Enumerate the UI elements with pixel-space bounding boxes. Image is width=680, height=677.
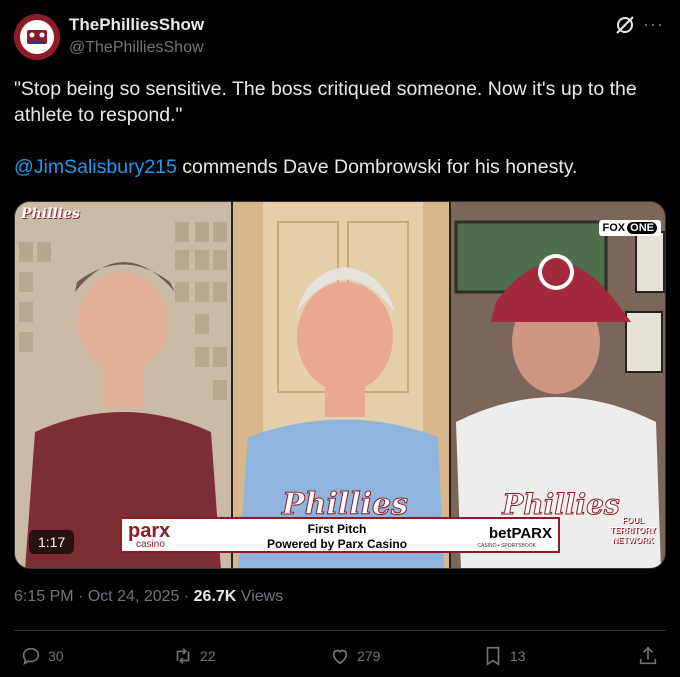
tweet-text: "Stop being so sensitive. The boss criti… bbox=[14, 76, 666, 180]
tweet-header: ThePhilliesShow @ThePhilliesShow ··· bbox=[14, 14, 666, 62]
share-icon bbox=[639, 646, 657, 665]
video-panel-right: Phillies FOX ONE bbox=[451, 202, 665, 568]
like-count: 279 bbox=[357, 648, 381, 664]
phillies-logo: Phillies bbox=[21, 206, 80, 222]
more-icon[interactable]: ··· bbox=[643, 15, 664, 33]
like-button[interactable]: 279 bbox=[329, 645, 380, 667]
bookmark-icon bbox=[486, 646, 500, 666]
action-bar: 30 22 279 13 bbox=[14, 645, 666, 671]
tweet-date[interactable]: Oct 24, 2025 bbox=[88, 588, 180, 605]
fox-logo-text: FOX bbox=[602, 222, 626, 234]
tweet-line2: @JimSalisbury215 commends Dave Dombrowsk… bbox=[14, 154, 666, 180]
parx-sub: casino bbox=[136, 539, 165, 550]
meta-sep2: · bbox=[179, 588, 194, 605]
meta-sep1: · bbox=[73, 588, 88, 605]
betparx-sub: CASINO • SPORTSBOOK bbox=[477, 543, 536, 549]
grok-icon[interactable] bbox=[614, 14, 636, 36]
sponsor-line2: Powered by Parx Casino bbox=[266, 537, 408, 551]
bookmark-button[interactable]: 13 bbox=[482, 645, 526, 667]
reply-count: 30 bbox=[48, 648, 64, 664]
retweet-count: 22 bbox=[200, 648, 216, 664]
tweet-line2-rest: commends Dave Dombrowski for his honesty… bbox=[176, 156, 578, 178]
views-label: Views bbox=[236, 588, 284, 605]
display-name[interactable]: ThePhilliesShow bbox=[69, 15, 204, 35]
share-button[interactable] bbox=[637, 645, 659, 667]
sponsor-banner: parx casino First Pitch Powered by Parx … bbox=[120, 517, 560, 553]
divider bbox=[14, 630, 666, 631]
handle[interactable]: @ThePhilliesShow bbox=[69, 39, 204, 57]
fox-logo-one: ONE bbox=[627, 222, 657, 234]
video-duration: 1:17 bbox=[29, 530, 75, 554]
tweet-time[interactable]: 6:15 PM bbox=[14, 588, 74, 605]
mention-link[interactable]: @JimSalisbury215 bbox=[14, 156, 177, 178]
sponsor-line1: First Pitch bbox=[307, 522, 367, 536]
avatar[interactable] bbox=[14, 14, 60, 60]
reply-button[interactable]: 30 bbox=[20, 645, 64, 667]
tweet-meta: 6:15 PM · Oct 24, 2025 · 26.7K Views bbox=[14, 588, 283, 606]
video-player[interactable]: Phillies Phillies Phillies FOX ONE parx … bbox=[14, 201, 666, 569]
bookmark-count: 13 bbox=[510, 648, 526, 664]
fox-one-logo: FOX ONE bbox=[598, 220, 661, 236]
heart-icon bbox=[332, 649, 348, 665]
tweet-quote: "Stop being so sensitive. The boss criti… bbox=[14, 78, 637, 126]
retweet-button[interactable]: 22 bbox=[172, 645, 216, 667]
reply-icon bbox=[22, 647, 40, 666]
views-count: 26.7K bbox=[193, 588, 237, 605]
betparx-logo: betPARX bbox=[488, 525, 552, 542]
video-panel-left: Phillies bbox=[15, 202, 231, 568]
video-panel-center: Phillies bbox=[233, 202, 449, 568]
parx-logo: parx bbox=[128, 520, 171, 542]
foul-territory-logo: FOUL TERRITORY NETWORK bbox=[610, 516, 656, 545]
retweet-icon bbox=[176, 648, 190, 664]
